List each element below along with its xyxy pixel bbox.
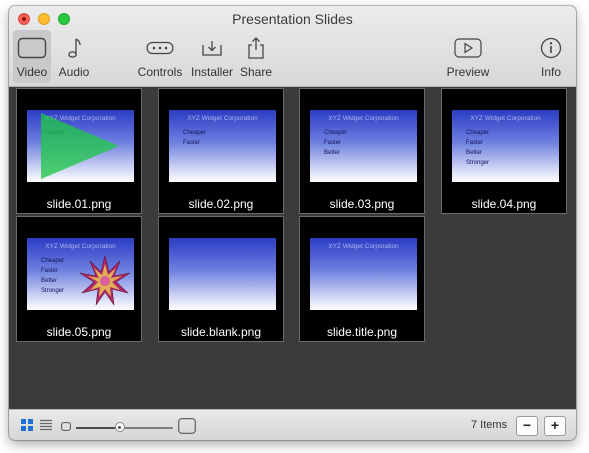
music-note-icon: [66, 34, 82, 62]
slide-thumbnail: XYZ Widget Corporation Cheaper Faster Be…: [310, 110, 417, 182]
slide-bullet: Cheaper: [183, 130, 207, 136]
title-bar: Presentation Slides Video Audio Controls…: [9, 6, 576, 87]
small-thumbnail-icon: [61, 422, 71, 431]
slide-filename: slide.04.png: [471, 197, 537, 211]
toolbar-preview-button[interactable]: Preview: [444, 34, 492, 84]
toolbar-audio-label: Audio: [58, 65, 90, 79]
slide-bullet: Faster: [324, 140, 342, 146]
video-screen-icon: [17, 34, 47, 62]
grid-view-icon[interactable]: [21, 419, 33, 431]
slide-corp-text: XYZ Widget Corporation: [470, 115, 541, 122]
slide-thumbnail: XYZ Widget Corporation Cheaper Faster: [169, 110, 276, 182]
item-count: 7 Items: [471, 419, 508, 431]
list-view-icon[interactable]: [40, 419, 52, 431]
slide-bullet: Better: [466, 150, 483, 156]
slide-tile[interactable]: XYZ Widget Corporation Cheaper Faster Be…: [441, 88, 567, 214]
large-thumbnail-icon: [178, 418, 196, 434]
slide-filename: slide.blank.png: [180, 325, 262, 339]
starburst-graphic: [79, 255, 131, 306]
toolbar-installer-button[interactable]: Installer: [190, 34, 234, 84]
toolbar-controls-button[interactable]: Controls: [136, 34, 184, 84]
slide-bullet: Stronger: [41, 288, 65, 294]
app-window: Presentation Slides Video Audio Controls…: [9, 6, 576, 440]
slide-filename: slide.05.png: [46, 325, 112, 339]
play-preview-icon: [454, 34, 482, 62]
toolbar-controls-label: Controls: [137, 65, 183, 79]
slide-filename: slide.03.png: [329, 197, 395, 211]
slide-corp-text: XYZ Widget Corporation: [187, 115, 258, 122]
slides-grid: XYZ Widget Corporation Cheaper slide.01.…: [9, 87, 576, 409]
slide-tile[interactable]: XYZ Widget Corporation Cheaper Faster sl…: [158, 88, 284, 214]
slide-bullet: Cheaper: [466, 130, 490, 136]
slide-thumbnail: [169, 238, 276, 310]
slide-corp-text: XYZ Widget Corporation: [328, 115, 399, 122]
slide-filename: slide.title.png: [326, 325, 398, 339]
slide-tile[interactable]: slide.blank.png: [158, 216, 284, 342]
toolbar-preview-label: Preview: [446, 65, 490, 79]
slide-bullet: Cheaper: [41, 258, 65, 264]
share-icon: [247, 34, 265, 62]
toolbar-info-label: Info: [540, 65, 561, 79]
slide-bullet: Cheaper: [324, 130, 348, 136]
slide-thumbnail: XYZ Widget Corporation Cheaper Faster Be…: [27, 238, 134, 310]
toolbar-video-label: Video: [16, 65, 48, 79]
play-triangle-icon: [41, 113, 119, 179]
remove-item-button[interactable]: −: [516, 416, 538, 436]
slide-tile[interactable]: XYZ Widget Corporation Cheaper slide.01.…: [16, 88, 142, 214]
zoom-slider-knob[interactable]: [114, 422, 125, 432]
download-tray-icon: [201, 34, 223, 62]
slide-filename: slide.01.png: [46, 197, 112, 211]
slide-bullet: Faster: [466, 140, 484, 146]
slide-bullet: Faster: [183, 140, 201, 146]
slide-thumbnail: XYZ Widget Corporation: [310, 238, 417, 310]
controls-dots-icon: [146, 34, 174, 62]
slide-thumbnail: XYZ Widget Corporation Cheaper Faster Be…: [452, 110, 559, 182]
slide-corp-text: XYZ Widget Corporation: [328, 243, 399, 250]
toolbar-info-button[interactable]: Info: [535, 34, 567, 84]
slide-tile[interactable]: XYZ Widget Corporation Cheaper Faster Be…: [299, 88, 425, 214]
toolbar-share-button[interactable]: Share: [239, 34, 273, 84]
bottom-bar: 7 Items − +: [9, 409, 576, 440]
add-item-button[interactable]: +: [544, 416, 566, 436]
slide-thumbnail: XYZ Widget Corporation Cheaper: [27, 110, 134, 182]
slide-filename: slide.02.png: [188, 197, 254, 211]
slide-tile[interactable]: XYZ Widget Corporation slide.title.png: [299, 216, 425, 342]
slide-corp-text: XYZ Widget Corporation: [45, 243, 116, 250]
slide-bullet: Faster: [41, 268, 59, 274]
slide-bullet: Stronger: [466, 160, 490, 166]
toolbar-audio-button[interactable]: Audio: [57, 34, 91, 84]
zoom-slider-fill: [76, 427, 120, 429]
slide-bullet: Better: [41, 278, 58, 284]
window-title: Presentation Slides: [232, 11, 353, 27]
toolbar-share-label: Share: [239, 65, 273, 79]
slide-tile[interactable]: XYZ Widget Corporation Cheaper Faster Be…: [16, 216, 142, 342]
slide-bullet: Better: [324, 150, 341, 156]
toolbar-installer-label: Installer: [190, 65, 234, 79]
info-icon: [540, 34, 562, 62]
toolbar-video-button[interactable]: Video: [13, 30, 51, 83]
